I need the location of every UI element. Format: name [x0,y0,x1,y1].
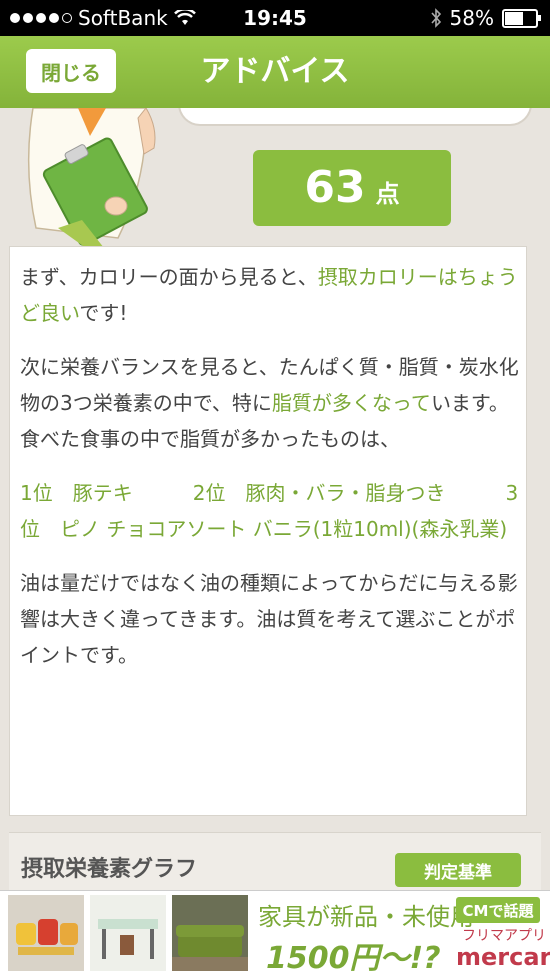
ad-brand-logo: mercari [456,943,550,971]
criteria-button[interactable]: 判定基準 [395,853,521,887]
nutrient-graph-section: 摂取栄養素グラフ 判定基準 [9,832,541,893]
advice-calorie-paragraph: まず、カロリーの面から見ると、摂取カロリーはちょうど良いです! [20,259,526,331]
ad-banner[interactable]: 家具が新品・未使用 1500円〜!? CMで話題 フリマアプリ mercari [0,890,550,977]
advice-text: です! [79,301,128,325]
status-bar: SoftBank 19:45 58% [0,0,550,36]
score-badge: 63 点 [253,150,451,226]
fat-ranking: 1位 豚テキ 2位 豚肉・バラ・脂身つき 3位 ピノ チョコアソート バニラ(1… [20,481,519,541]
speech-bubble [178,108,532,126]
ad-price: 1500円〜!? [266,941,441,976]
score-unit: 点 [375,180,400,208]
battery-icon [502,8,541,28]
ad-cm-badge: CMで話題 [456,897,540,923]
table-photo [90,895,166,971]
ad-headline: 家具が新品・未使用 [258,903,474,931]
close-button[interactable]: 閉じる [26,49,116,93]
advice-oil-paragraph: 油は量だけではなく油の種類によってからだに与える影響は大きく違ってきます。油は質… [20,571,518,667]
advice-balance-paragraph: 次に栄養バランスを見ると、たんぱく質・脂質・炭水化物の3つ栄養素の中で、特に脂質… [20,349,526,457]
advice-text: まず、カロリーの面から見ると、 [20,265,318,289]
graph-title: 摂取栄養素グラフ [21,857,198,882]
advice-card: まず、カロリーの面から見ると、摂取カロリーはちょうど良いです! 次に栄養バランス… [9,246,527,816]
bluetooth-icon [430,8,441,28]
battery-percent: 58% [449,6,494,30]
score-value: 63 [304,162,366,213]
advice-highlight: 脂質が多くなって [271,391,431,415]
teacups-photo [8,895,84,971]
sofa-photo [172,895,248,971]
ad-app-label: フリマアプリ [462,928,546,944]
score-header: 63 点 [0,108,550,248]
navigation-bar: アドバイス 閉じる [0,36,550,108]
advisor-illustration [27,108,156,248]
